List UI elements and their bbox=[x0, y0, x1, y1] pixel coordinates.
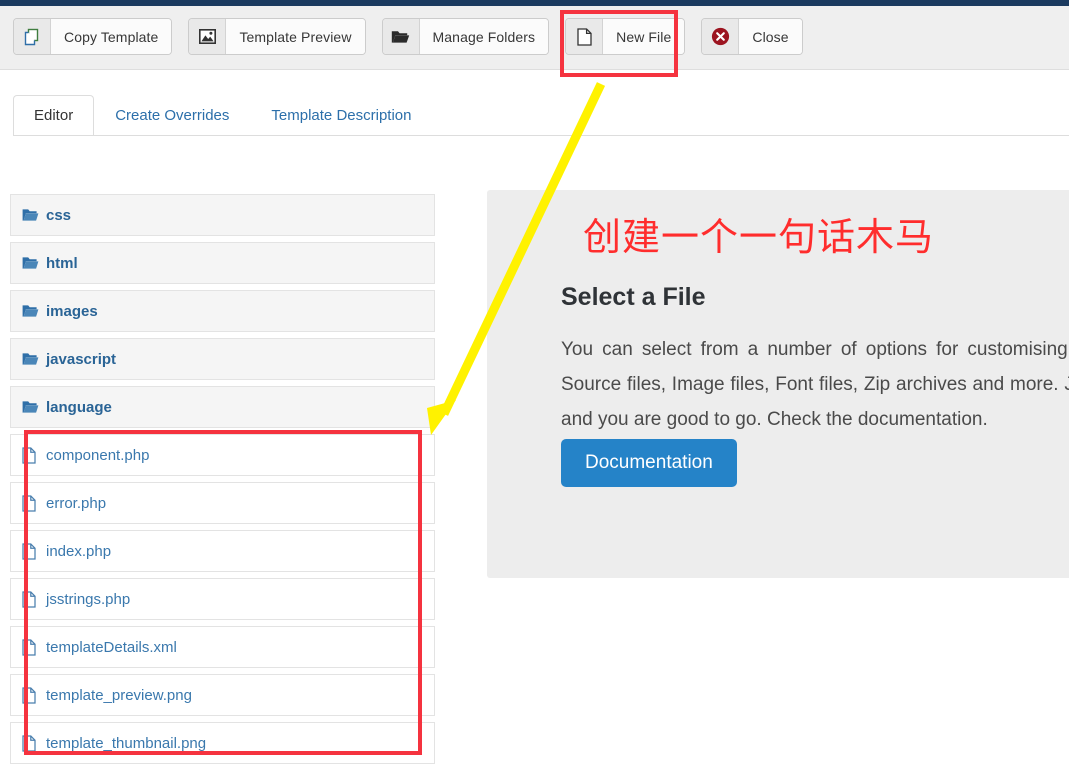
tab-bar: Editor Create Overrides Template Descrip… bbox=[13, 92, 432, 137]
folder-icon bbox=[22, 400, 46, 414]
tab-create-overrides[interactable]: Create Overrides bbox=[94, 95, 250, 136]
template-preview-button[interactable]: Template Preview bbox=[188, 18, 366, 55]
file-label: jsstrings.php bbox=[46, 590, 131, 608]
file-label: error.php bbox=[46, 494, 107, 512]
tab-divider bbox=[13, 135, 1069, 136]
select-file-panel: 创建一个一句话木马 Select a File You can select f… bbox=[487, 190, 1069, 578]
file-icon bbox=[566, 19, 604, 54]
folder-item-html[interactable]: html bbox=[10, 242, 435, 284]
close-label: Close bbox=[739, 19, 802, 54]
file-icon bbox=[22, 542, 46, 560]
folder-item-javascript[interactable]: javascript bbox=[10, 338, 435, 380]
template-preview-label: Template Preview bbox=[226, 19, 365, 54]
folder-icon bbox=[22, 352, 46, 366]
app-root: Copy Template Template Preview Manage Fo… bbox=[0, 0, 1069, 770]
close-circle-icon bbox=[702, 19, 740, 54]
folder-icon bbox=[22, 208, 46, 222]
file-label: template_preview.png bbox=[46, 686, 192, 704]
new-file-label: New File bbox=[603, 19, 685, 54]
close-button[interactable]: Close bbox=[701, 18, 803, 55]
folder-item-images[interactable]: images bbox=[10, 290, 435, 332]
copy-icon bbox=[14, 19, 51, 54]
copy-template-label: Copy Template bbox=[51, 19, 172, 54]
file-item-template-thumbnail-png[interactable]: template_thumbnail.png bbox=[10, 722, 435, 764]
panel-body-text: You can select from a number of options … bbox=[561, 339, 1069, 430]
folder-icon bbox=[22, 304, 46, 318]
file-item-error-php[interactable]: error.php bbox=[10, 482, 435, 524]
folder-label: css bbox=[46, 206, 72, 224]
file-icon bbox=[22, 686, 46, 704]
documentation-button[interactable]: Documentation bbox=[561, 439, 737, 487]
file-label: index.php bbox=[46, 542, 112, 560]
file-item-templatedetails-xml[interactable]: templateDetails.xml bbox=[10, 626, 435, 668]
toolbar-bar: Copy Template Template Preview Manage Fo… bbox=[0, 6, 1069, 70]
new-file-button[interactable]: New File bbox=[565, 18, 686, 55]
panel-heading: Select a File bbox=[561, 283, 706, 311]
file-icon bbox=[22, 734, 46, 752]
folder-label: html bbox=[46, 254, 78, 272]
tab-template-description[interactable]: Template Description bbox=[250, 95, 432, 136]
folder-label: language bbox=[46, 398, 112, 416]
file-icon bbox=[22, 446, 46, 464]
folder-item-language[interactable]: language bbox=[10, 386, 435, 428]
chinese-annotation-text: 创建一个一句话木马 bbox=[583, 215, 935, 259]
file-tree: css html images javascript language comp… bbox=[10, 194, 435, 770]
file-item-jsstrings-php[interactable]: jsstrings.php bbox=[10, 578, 435, 620]
image-icon bbox=[189, 19, 227, 54]
file-label: component.php bbox=[46, 446, 150, 464]
folder-label: javascript bbox=[46, 350, 117, 368]
file-icon bbox=[22, 638, 46, 656]
file-icon bbox=[22, 590, 46, 608]
file-item-index-php[interactable]: index.php bbox=[10, 530, 435, 572]
file-item-template-preview-png[interactable]: template_preview.png bbox=[10, 674, 435, 716]
folder-label: images bbox=[46, 302, 98, 320]
folder-icon bbox=[22, 256, 46, 270]
copy-template-button[interactable]: Copy Template bbox=[13, 18, 173, 55]
manage-folders-button[interactable]: Manage Folders bbox=[381, 18, 550, 55]
file-label: templateDetails.xml bbox=[46, 638, 177, 656]
toolbar: Copy Template Template Preview Manage Fo… bbox=[13, 18, 803, 55]
file-label: template_thumbnail.png bbox=[46, 734, 207, 752]
folder-item-css[interactable]: css bbox=[10, 194, 435, 236]
file-icon bbox=[22, 494, 46, 512]
file-item-component-php[interactable]: component.php bbox=[10, 434, 435, 476]
manage-folders-label: Manage Folders bbox=[419, 19, 549, 54]
tab-editor[interactable]: Editor bbox=[13, 95, 95, 137]
folder-open-icon bbox=[382, 19, 420, 54]
